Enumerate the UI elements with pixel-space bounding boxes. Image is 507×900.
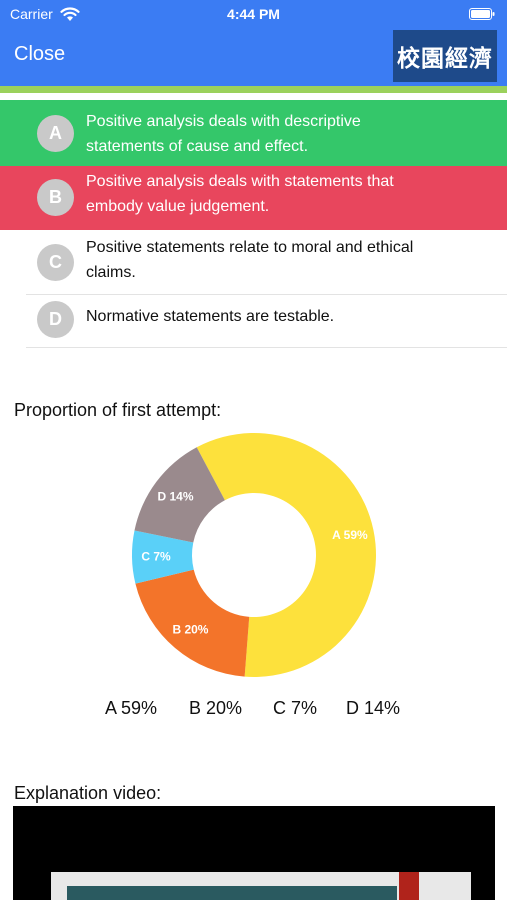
video-thumbnail (51, 872, 471, 900)
brand-logo: 校園經濟 (393, 30, 497, 82)
video-section-title: Explanation video: (14, 783, 162, 803)
donut-label-c: C 7% (141, 550, 171, 564)
video-thumbnail-screen (67, 886, 397, 900)
close-button[interactable]: Close (14, 43, 65, 66)
answer-option-b[interactable]: B Positive analysis deals with statement… (0, 166, 507, 230)
option-text: Positive analysis deals with statements … (86, 173, 394, 215)
first-attempt-donut-chart: A 59% B 20% C 7% D 14% (132, 433, 376, 677)
donut-label-b: B 20% (172, 623, 208, 637)
answer-options: A Positive analysis deals with descripti… (0, 100, 507, 348)
answer-option-a[interactable]: A Positive analysis deals with descripti… (0, 100, 507, 166)
option-text: Normative statements are testable. (86, 308, 335, 325)
option-text: Positive statements relate to moral and … (86, 239, 414, 281)
nav-bar: Close 校園經濟 (0, 28, 507, 86)
donut-label-d: D 14% (158, 489, 194, 503)
explanation-video-player[interactable] (13, 806, 495, 900)
answer-option-d[interactable]: D Normative statements are testable. (0, 295, 507, 348)
option-letter-badge: D (37, 301, 74, 338)
chart-legend: A 59% B 20% C 7% D 14% (0, 698, 507, 722)
option-letter-badge: A (37, 115, 74, 152)
option-text: Positive analysis deals with descriptive… (86, 113, 361, 155)
video-thumbnail-strip (399, 872, 419, 900)
legend-item-b: B 20% (189, 698, 243, 718)
status-bar: Carrier 4:44 PM (0, 0, 507, 28)
legend-item-d: D 14% (346, 698, 401, 718)
option-letter-badge: B (37, 179, 74, 216)
status-time: 4:44 PM (227, 6, 280, 22)
header-divider (0, 86, 507, 93)
battery-icon (469, 8, 495, 20)
donut-label-a: A 59% (332, 528, 368, 542)
chart-section-title: Proportion of first attempt: (14, 400, 222, 420)
option-letter-badge: C (37, 244, 74, 281)
legend-item-c: C 7% (273, 698, 318, 718)
answer-option-c[interactable]: C Positive statements relate to moral an… (0, 230, 507, 295)
legend-item-a: A 59% (105, 698, 158, 718)
